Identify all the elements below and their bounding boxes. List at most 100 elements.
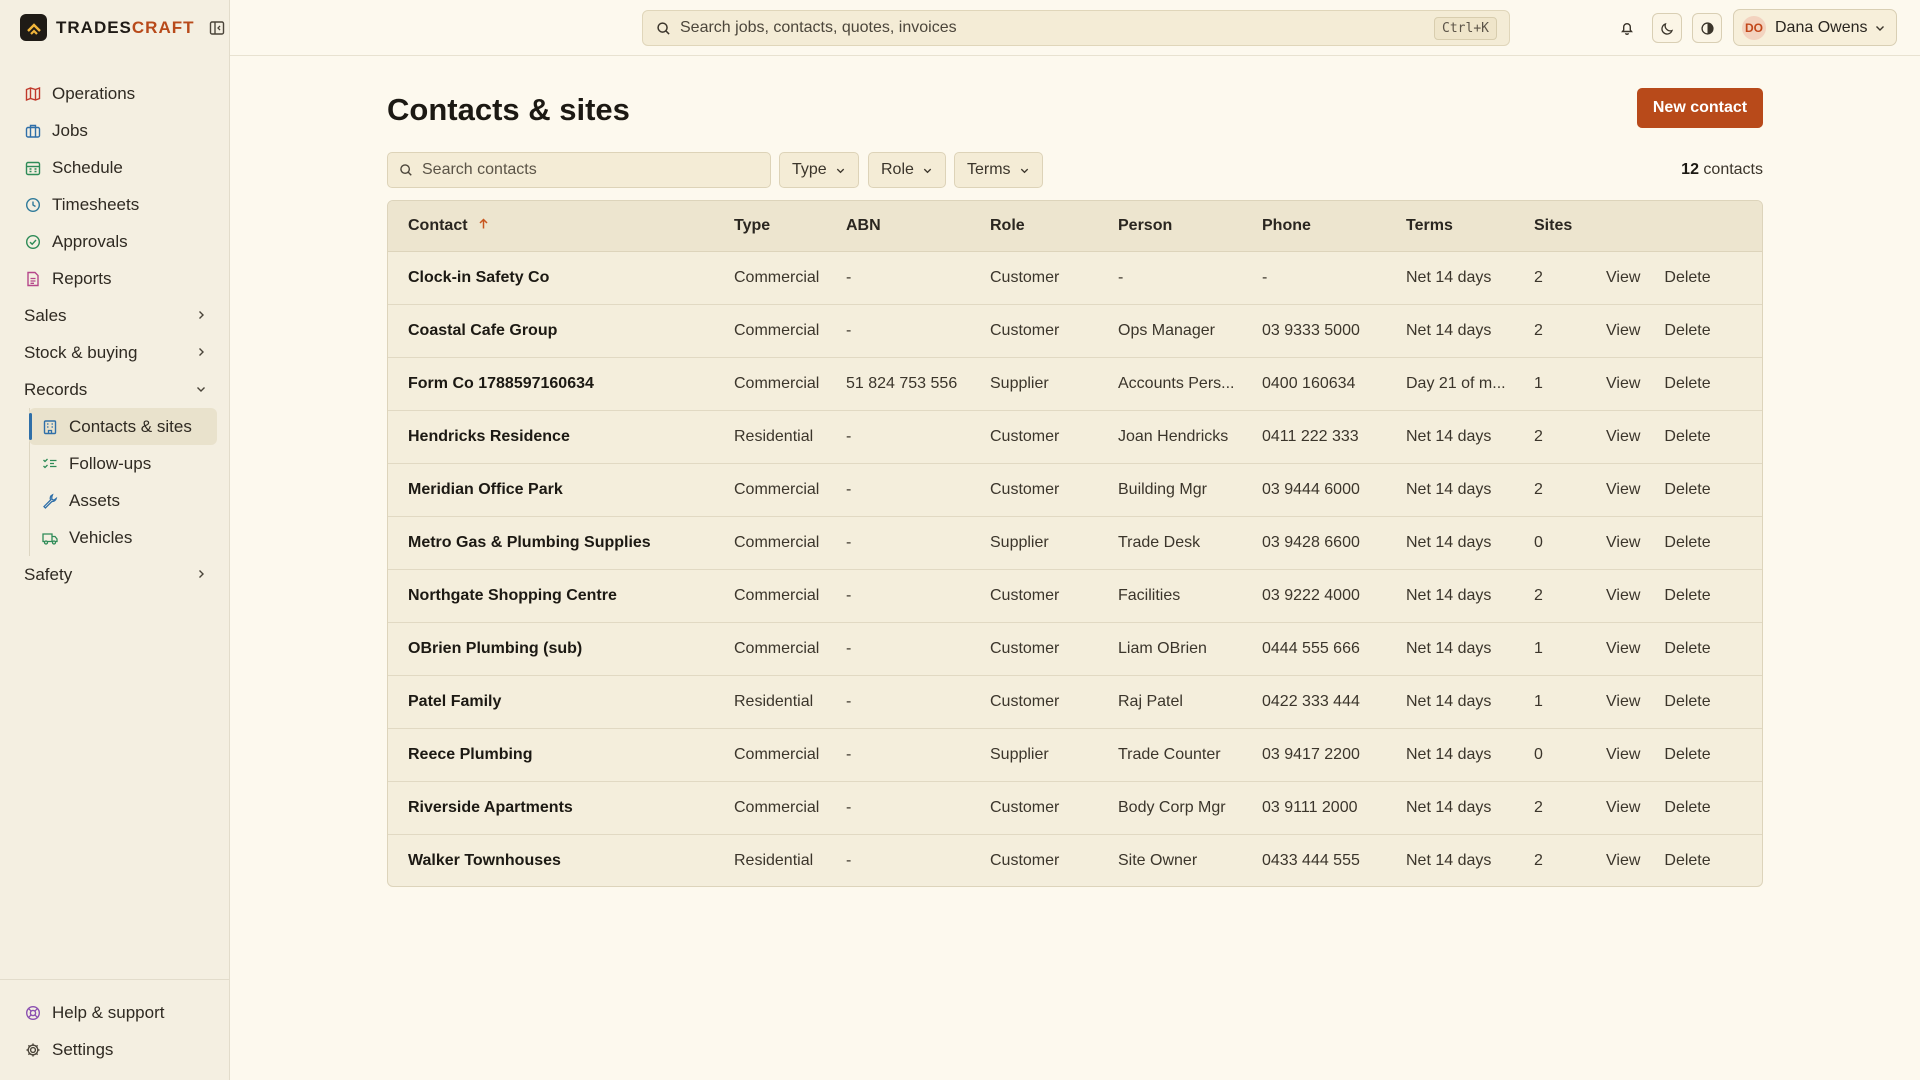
- sidebar-item-settings[interactable]: Settings: [12, 1031, 217, 1068]
- sidebar-item-help-support[interactable]: Help & support: [12, 994, 217, 1031]
- view-link[interactable]: View: [1606, 587, 1640, 604]
- table-row[interactable]: Patel Family Residential - Customer Raj Pate…: [388, 674, 1762, 728]
- table-row[interactable]: Reece Plumbing Commercial - Supplier Trade C…: [388, 727, 1762, 781]
- sidebar-item-follow-ups[interactable]: Follow-ups: [29, 445, 217, 482]
- sidebar-item-assets[interactable]: Assets: [29, 482, 217, 519]
- column-header-role[interactable]: Role: [970, 201, 1098, 252]
- column-header-type[interactable]: Type: [714, 201, 826, 252]
- table-row[interactable]: Clock-in Safety Co Commercial - Customer - - N…: [388, 251, 1762, 304]
- contact-terms: Net 14 days: [1386, 780, 1514, 834]
- chevron-right-icon: [195, 343, 207, 363]
- table-row[interactable]: OBrien Plumbing (sub) Commercial - Customer…: [388, 621, 1762, 675]
- view-link[interactable]: View: [1606, 746, 1640, 763]
- column-header-abn[interactable]: ABN: [826, 201, 970, 252]
- user-menu-button[interactable]: DO Dana Owens: [1733, 9, 1897, 46]
- global-search-input[interactable]: [680, 19, 1435, 37]
- contact-abn: -: [826, 727, 970, 781]
- view-link[interactable]: View: [1606, 322, 1640, 339]
- terms-filter-dropdown[interactable]: Terms: [954, 152, 1043, 188]
- contacts-table: Contact Type ABN Role Person Phone Terms…: [387, 200, 1763, 887]
- view-link[interactable]: View: [1606, 693, 1640, 710]
- contact-person: Facilities: [1098, 568, 1242, 622]
- contact-type: Commercial: [714, 462, 826, 516]
- contact-phone: 03 9222 4000: [1242, 568, 1386, 622]
- sidebar-group-sales[interactable]: Sales: [12, 297, 217, 334]
- contact-terms: Net 14 days: [1386, 674, 1514, 728]
- sidebar-item-schedule[interactable]: Schedule: [12, 149, 217, 186]
- contact-person: Site Owner: [1098, 833, 1242, 886]
- brand-logo-icon[interactable]: [20, 14, 47, 41]
- view-link[interactable]: View: [1606, 269, 1640, 286]
- contact-phone: 03 9333 5000: [1242, 303, 1386, 357]
- delete-link[interactable]: Delete: [1664, 428, 1710, 445]
- moon-icon[interactable]: [1652, 13, 1682, 43]
- contact-count: 12 contacts: [1681, 161, 1763, 178]
- contacts-search[interactable]: [387, 152, 771, 188]
- calendar-icon: [24, 159, 42, 177]
- view-link[interactable]: View: [1606, 481, 1640, 498]
- contact-role: Customer: [970, 462, 1098, 516]
- contact-type: Commercial: [714, 727, 826, 781]
- sidebar-group-stock-buying[interactable]: Stock & buying: [12, 334, 217, 371]
- delete-link[interactable]: Delete: [1664, 322, 1710, 339]
- delete-link[interactable]: Delete: [1664, 640, 1710, 657]
- sidebar-item-timesheets[interactable]: Timesheets: [12, 186, 217, 223]
- column-header-contact[interactable]: Contact: [388, 201, 714, 252]
- sidebar-item-approvals[interactable]: Approvals: [12, 223, 217, 260]
- contact-abn: 51 824 753 556: [826, 356, 970, 410]
- contact-type: Commercial: [714, 303, 826, 357]
- contact-type: Commercial: [714, 515, 826, 569]
- global-search[interactable]: Ctrl+K: [642, 10, 1510, 46]
- new-contact-button[interactable]: New contact: [1637, 88, 1763, 128]
- column-header-actions: [1606, 201, 1762, 252]
- sidebar-group-safety[interactable]: Safety: [12, 556, 217, 593]
- delete-link[interactable]: Delete: [1664, 693, 1710, 710]
- sidebar-item-contacts-sites[interactable]: Contacts & sites: [29, 408, 217, 445]
- sidebar-item-jobs[interactable]: Jobs: [12, 112, 217, 149]
- role-filter-dropdown[interactable]: Role: [868, 152, 946, 188]
- view-link[interactable]: View: [1606, 640, 1640, 657]
- sidebar-group-records[interactable]: Records: [12, 371, 217, 408]
- view-link[interactable]: View: [1606, 375, 1640, 392]
- table-row[interactable]: Metro Gas & Plumbing Supplies Commercial -…: [388, 515, 1762, 569]
- delete-link[interactable]: Delete: [1664, 375, 1710, 392]
- view-link[interactable]: View: [1606, 852, 1640, 869]
- delete-link[interactable]: Delete: [1664, 799, 1710, 816]
- sidebar-item-label: Reports: [52, 268, 112, 288]
- table-row[interactable]: Coastal Cafe Group Commercial - Customer Ops…: [388, 303, 1762, 357]
- contact-person: Accounts Pers...: [1098, 356, 1242, 410]
- view-link[interactable]: View: [1606, 428, 1640, 445]
- sidebar-collapse-icon[interactable]: [209, 20, 225, 36]
- view-link[interactable]: View: [1606, 534, 1640, 551]
- table-row[interactable]: Form Co 1788597160634 Commercial 51 824 75…: [388, 356, 1762, 410]
- delete-link[interactable]: Delete: [1664, 852, 1710, 869]
- delete-link[interactable]: Delete: [1664, 269, 1710, 286]
- type-filter-dropdown[interactable]: Type: [779, 152, 859, 188]
- table-row[interactable]: Walker Townhouses Residential - Customer Sit…: [388, 833, 1762, 886]
- table-row[interactable]: Hendricks Residence Residential - Customer J…: [388, 409, 1762, 463]
- delete-link[interactable]: Delete: [1664, 587, 1710, 604]
- column-header-sites[interactable]: Sites: [1514, 201, 1606, 252]
- contact-sites: 2: [1514, 833, 1606, 886]
- table-row[interactable]: Riverside Apartments Commercial - Customer B…: [388, 780, 1762, 834]
- contact-terms: Net 14 days: [1386, 409, 1514, 463]
- view-link[interactable]: View: [1606, 799, 1640, 816]
- column-header-terms[interactable]: Terms: [1386, 201, 1514, 252]
- delete-link[interactable]: Delete: [1664, 481, 1710, 498]
- sidebar-item-reports[interactable]: Reports: [12, 260, 217, 297]
- delete-link[interactable]: Delete: [1664, 534, 1710, 551]
- sidebar-item-operations[interactable]: Operations: [12, 75, 217, 112]
- contrast-icon[interactable]: [1692, 13, 1722, 43]
- delete-link[interactable]: Delete: [1664, 746, 1710, 763]
- column-header-person[interactable]: Person: [1098, 201, 1242, 252]
- bell-icon[interactable]: [1612, 13, 1642, 43]
- table-row[interactable]: Northgate Shopping Centre Commercial - Cust…: [388, 568, 1762, 622]
- table-header-row: Contact Type ABN Role Person Phone Terms…: [388, 201, 1762, 252]
- column-header-phone[interactable]: Phone: [1242, 201, 1386, 252]
- table-row[interactable]: Meridian Office Park Commercial - Customer B…: [388, 462, 1762, 516]
- chevron-down-icon: [922, 165, 933, 176]
- contacts-search-input[interactable]: [422, 161, 770, 179]
- sidebar: TRADESCRAFT Operations Jobs Schedule Tim…: [0, 0, 230, 1080]
- search-icon: [399, 163, 413, 177]
- sidebar-item-vehicles[interactable]: Vehicles: [29, 519, 217, 556]
